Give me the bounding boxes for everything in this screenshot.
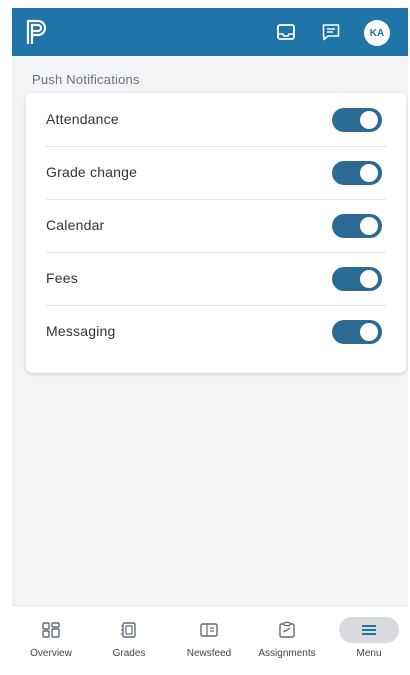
- toggle-knob: [360, 270, 378, 288]
- setting-row-fees: Fees: [46, 252, 386, 306]
- nav-assignments[interactable]: Assignments: [248, 606, 326, 675]
- grade-change-toggle[interactable]: [332, 161, 382, 185]
- bottom-navigation: Overview Grades Newsfeed Assignments Men…: [12, 605, 408, 675]
- grades-icon: [121, 622, 136, 638]
- app-screen: KA Push Notifications Attendance Grade c…: [12, 8, 408, 675]
- logo-icon[interactable]: [24, 18, 52, 46]
- setting-label: Messaging: [46, 323, 116, 339]
- setting-row-messaging: Messaging: [46, 305, 386, 358]
- toggle-knob: [360, 164, 378, 182]
- newsfeed-icon: [200, 623, 218, 637]
- assignments-icon: [279, 621, 295, 638]
- attendance-toggle[interactable]: [332, 108, 382, 132]
- inbox-icon[interactable]: [276, 22, 296, 42]
- calendar-toggle[interactable]: [332, 214, 382, 238]
- fees-toggle[interactable]: [332, 267, 382, 291]
- nav-label: Assignments: [258, 648, 316, 659]
- setting-label: Fees: [46, 270, 78, 286]
- setting-label: Grade change: [46, 164, 138, 180]
- nav-label: Menu: [356, 648, 382, 659]
- nav-grades[interactable]: Grades: [90, 606, 168, 675]
- nav-label: Overview: [30, 648, 72, 659]
- avatar[interactable]: KA: [364, 20, 390, 46]
- message-icon[interactable]: [321, 22, 341, 42]
- notification-settings-card: Attendance Grade change Calendar Fees Me…: [26, 93, 406, 373]
- toggle-knob: [360, 111, 378, 129]
- setting-row-calendar: Calendar: [46, 199, 386, 253]
- nav-menu[interactable]: Menu: [330, 606, 408, 675]
- section-title: Push Notifications: [32, 72, 140, 87]
- messaging-toggle[interactable]: [332, 320, 382, 344]
- menu-icon: [362, 625, 376, 635]
- setting-row-grade-change: Grade change: [46, 146, 386, 200]
- toggle-knob: [360, 323, 378, 341]
- toggle-knob: [360, 217, 378, 235]
- setting-row-attendance: Attendance: [46, 93, 386, 147]
- nav-overview[interactable]: Overview: [12, 606, 90, 675]
- setting-label: Calendar: [46, 217, 105, 233]
- nav-newsfeed[interactable]: Newsfeed: [170, 606, 248, 675]
- nav-label: Newsfeed: [186, 648, 232, 659]
- app-header: KA: [12, 8, 408, 56]
- nav-label: Grades: [112, 648, 146, 659]
- overview-icon: [42, 622, 60, 638]
- setting-label: Attendance: [46, 111, 119, 127]
